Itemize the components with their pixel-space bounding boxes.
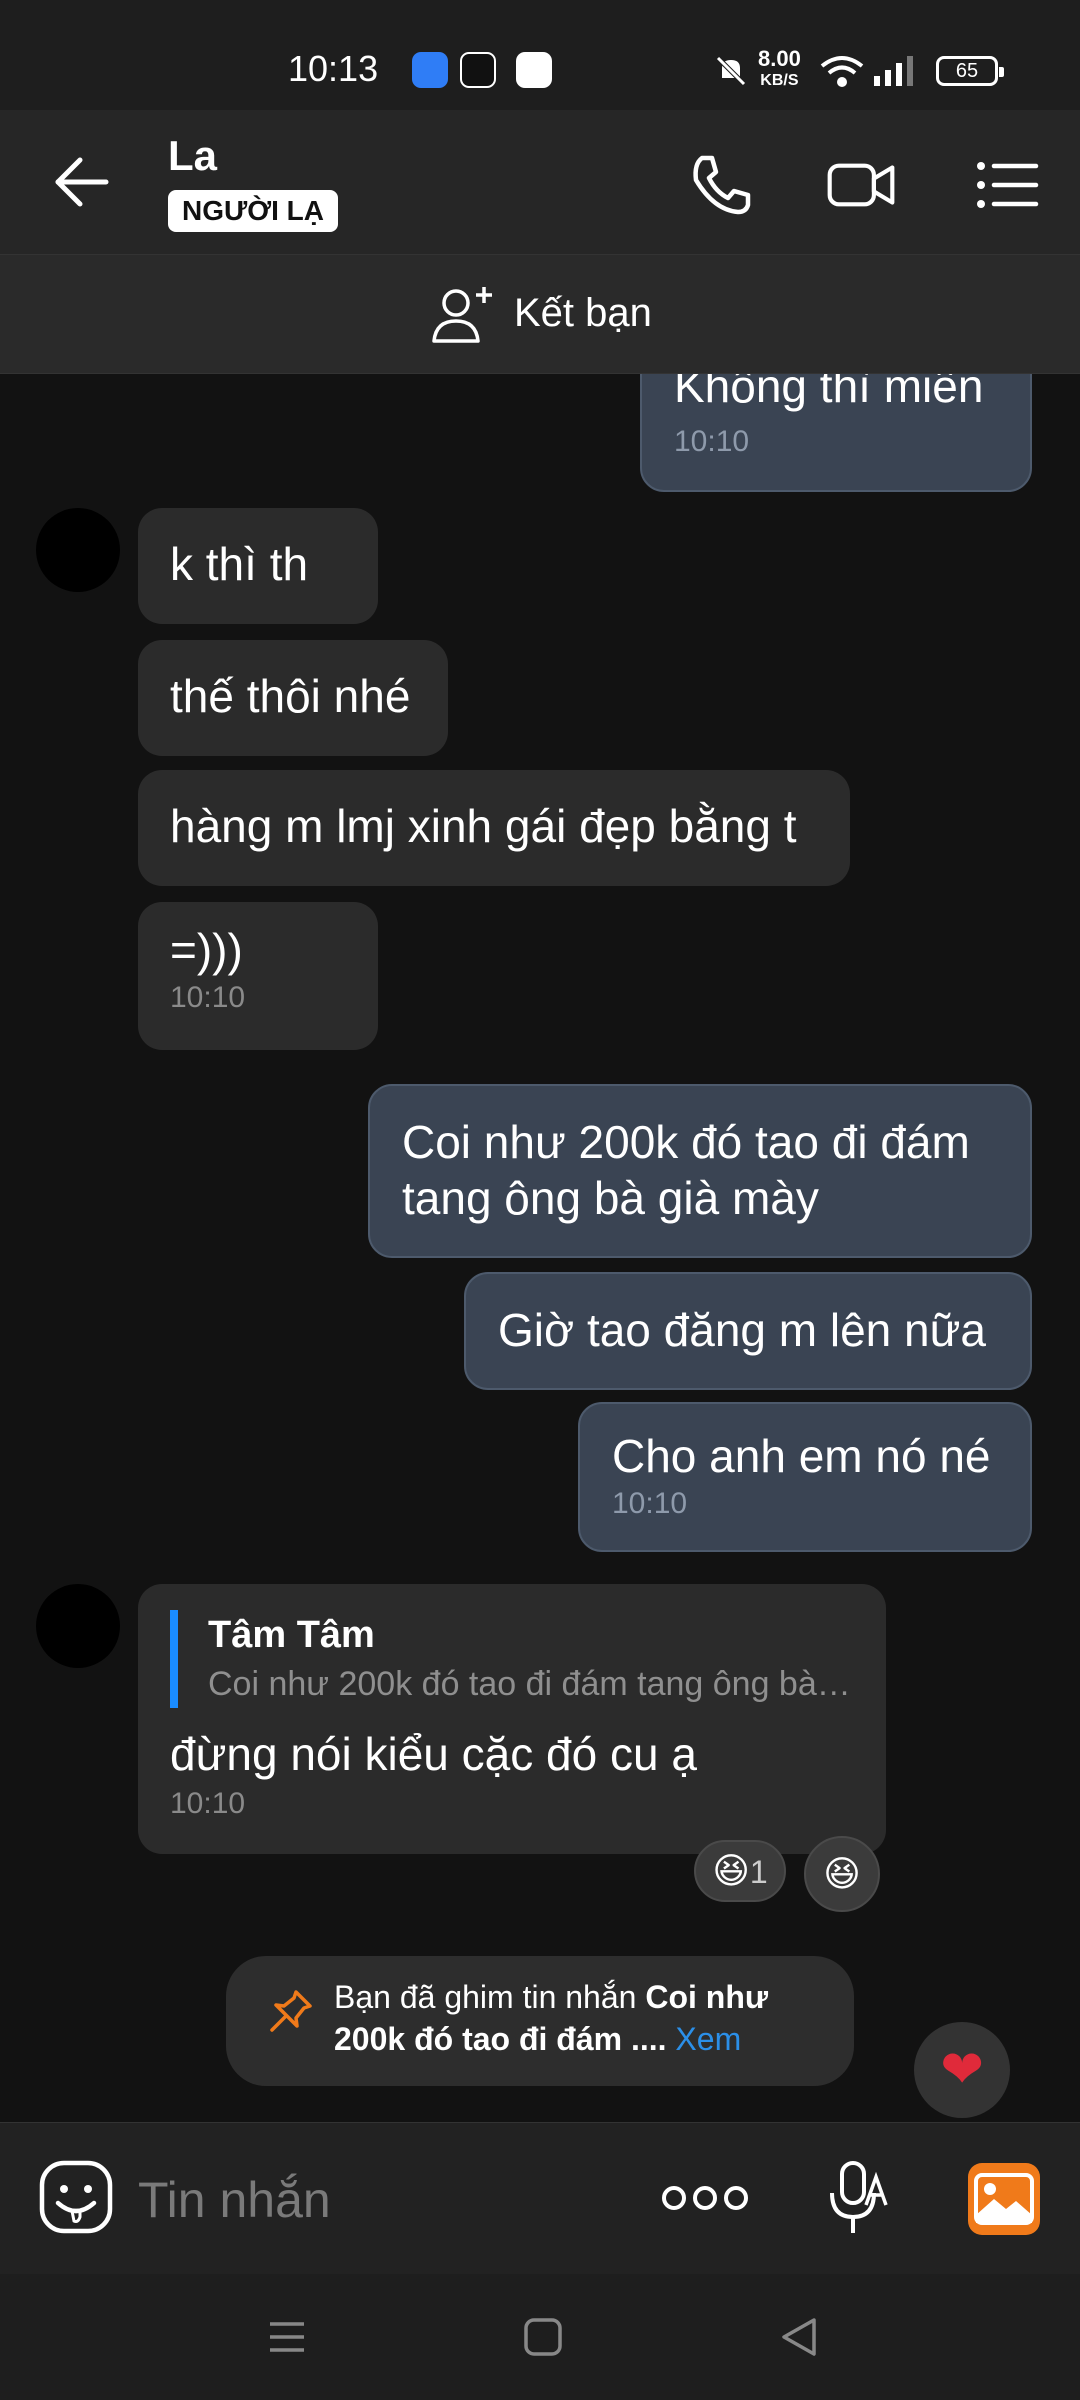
recents-icon[interactable] (262, 2312, 312, 2362)
tiktok-icon (460, 52, 496, 88)
message-bubble[interactable]: =))) 10:10 (138, 902, 378, 1050)
add-friend-label: Kết bạn (514, 291, 652, 335)
heart-reaction-button[interactable]: ❤ (914, 2022, 1010, 2118)
microphone-icon[interactable] (826, 2159, 890, 2239)
chat-header: La NGƯỜI LẠ (0, 110, 1080, 254)
sticker-emoji-icon[interactable] (38, 2159, 114, 2235)
view-pinned-link[interactable]: Xem (675, 2021, 741, 2057)
app-face-icon (516, 52, 552, 88)
battery-indicator: 65 (936, 56, 1004, 86)
message-bubble[interactable]: k thì th (138, 508, 378, 624)
video-call-icon[interactable] (826, 150, 896, 220)
pinned-notice-text: Bạn đã ghim tin nhắn Coi như 200k đó tao… (334, 1976, 834, 2060)
add-reaction-button[interactable]: 😆 (804, 1836, 880, 1912)
network-speed-value: 8.00 (758, 46, 801, 71)
system-navigation-bar (0, 2274, 1080, 2400)
stranger-badge: NGƯỜI LẠ (168, 190, 338, 232)
message-text: Không thì miễn (674, 374, 984, 412)
avatar[interactable] (36, 508, 120, 592)
quoted-message[interactable]: Tâm Tâm Coi như 200k đó tao đi đám tang … (170, 1610, 858, 1708)
signal-icon (874, 56, 913, 86)
reaction-count: 1 (749, 1854, 768, 1890)
network-speed: 8.00 KB/S (758, 48, 801, 92)
message-list[interactable]: Không thì miễn 10:10 k thì th thế thôi n… (0, 374, 1080, 2122)
contact-name[interactable]: La (168, 132, 217, 180)
message-text: đừng nói kiểu cặc đó cu ạ (170, 1728, 697, 1780)
message-time: 10:10 (170, 1787, 246, 1820)
message-bubble[interactable]: Không thì miễn 10:10 (640, 374, 1032, 492)
message-text: =))) (170, 924, 243, 976)
add-friend-icon (432, 287, 492, 343)
pinned-notice: Bạn đã ghim tin nhắn Coi như 200k đó tao… (226, 1956, 854, 2086)
add-friend-bar[interactable]: Kết bạn (0, 254, 1080, 374)
pin-icon (270, 1990, 312, 2032)
message-text: thế thôi nhé (170, 670, 411, 722)
avatar[interactable] (36, 1584, 120, 1668)
status-bar: 10:13 8.00 KB/S 65 (0, 0, 1080, 110)
home-icon[interactable] (518, 2312, 568, 2362)
quoted-text: Coi như 200k đó tao đi đám tang ông bà g… (208, 1665, 858, 1703)
more-options-icon[interactable] (660, 2173, 750, 2223)
menu-list-icon[interactable] (972, 150, 1042, 220)
mute-icon (716, 56, 746, 86)
pinned-prefix: Bạn đã ghim tin nhắn (334, 1979, 646, 2015)
back-arrow-icon[interactable] (52, 152, 112, 212)
message-composer (0, 2122, 1080, 2274)
message-text: Cho anh em nó né (612, 1430, 991, 1482)
message-input[interactable] (138, 2165, 598, 2235)
laughing-emoji-icon: 😆 (823, 1853, 861, 1894)
message-bubble[interactable]: Cho anh em nó né 10:10 (578, 1402, 1032, 1552)
message-text: Coi như 200k đó tao đi đám tang ông bà g… (402, 1116, 970, 1224)
back-nav-icon[interactable] (774, 2312, 824, 2362)
reaction-summary[interactable]: 😆1 (694, 1840, 786, 1902)
message-text: k thì th (170, 538, 309, 590)
status-time: 10:13 (288, 48, 379, 89)
phone-icon[interactable] (686, 150, 756, 220)
message-bubble[interactable]: hàng m lmj xinh gái đẹp bằng t (138, 770, 850, 886)
message-bubble[interactable]: thế thôi nhé (138, 640, 448, 756)
quoted-sender: Tâm Tâm (208, 1614, 375, 1656)
message-time: 10:10 (674, 425, 750, 458)
photo-gallery-icon[interactable] (966, 2161, 1042, 2237)
message-bubble[interactable]: Giờ tao đăng m lên nữa (464, 1272, 1032, 1390)
message-time: 10:10 (612, 1487, 688, 1520)
wifi-icon (820, 56, 864, 87)
message-text: Giờ tao đăng m lên nữa (498, 1304, 987, 1356)
app-notification-icon (412, 52, 448, 88)
laughing-emoji-icon: 😆 (712, 1850, 750, 1891)
message-bubble[interactable]: Coi như 200k đó tao đi đám tang ông bà g… (368, 1084, 1032, 1258)
message-time: 10:10 (170, 981, 246, 1014)
message-text: hàng m lmj xinh gái đẹp bằng t (170, 800, 797, 852)
heart-icon: ❤ (940, 2041, 984, 2099)
reply-message-bubble[interactable]: Tâm Tâm Coi như 200k đó tao đi đám tang … (138, 1584, 886, 1854)
network-speed-unit: KB/S (760, 72, 799, 89)
